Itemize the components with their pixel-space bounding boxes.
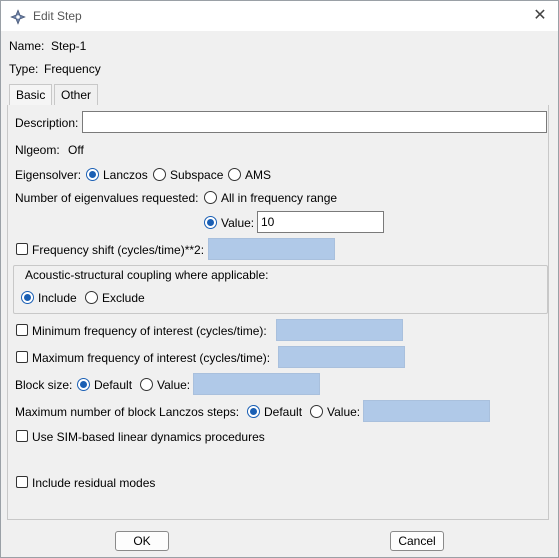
block-size-label: Block size: [15, 378, 73, 392]
acoustic-exclude-radio[interactable] [85, 291, 98, 304]
nlgeom-value: Off [68, 143, 84, 157]
acoustic-include-label: Include [38, 291, 77, 305]
freq-shift-input[interactable] [208, 238, 335, 260]
max-block-value-radio[interactable] [310, 405, 323, 418]
max-block-steps-label: Maximum number of block Lanczos steps: [15, 405, 240, 419]
ams-radio[interactable] [228, 168, 241, 181]
lanczos-radio[interactable] [86, 168, 99, 181]
block-size-input[interactable] [193, 373, 320, 395]
description-label: Description: [15, 116, 79, 130]
max-block-input[interactable] [363, 400, 490, 422]
residual-modes-label: Include residual modes [32, 476, 156, 490]
sim-checkbox[interactable] [16, 430, 28, 442]
max-block-value-label: Value: [327, 405, 361, 419]
acoustic-group-label: Acoustic-structural coupling where appli… [23, 268, 271, 282]
eigensolver-label: Eigensolver: [15, 168, 82, 182]
freq-shift-label: Frequency shift (cycles/time)**2: [32, 243, 205, 257]
min-freq-input[interactable] [276, 319, 403, 341]
sim-label: Use SIM-based linear dynamics procedures [32, 430, 265, 444]
all-in-range-radio[interactable] [204, 191, 217, 204]
block-size-default-label: Default [94, 378, 133, 392]
block-size-value-radio[interactable] [140, 378, 153, 391]
tab-basic[interactable]: Basic [9, 84, 53, 107]
eigen-value-input[interactable] [257, 211, 384, 233]
title-bar[interactable]: Edit Step ✕ [1, 1, 558, 31]
all-in-range-label: All in frequency range [221, 191, 338, 205]
type-label: Type: [9, 62, 39, 76]
nlgeom-label: Nlgeom: [15, 143, 60, 157]
block-size-default-radio[interactable] [77, 378, 90, 391]
eigen-value-radio[interactable] [204, 216, 217, 229]
residual-modes-checkbox[interactable] [16, 476, 28, 488]
tab-other[interactable]: Other [54, 84, 99, 106]
max-block-default-radio[interactable] [247, 405, 260, 418]
max-freq-label: Maximum frequency of interest (cycles/ti… [32, 351, 271, 365]
acoustic-include-radio[interactable] [21, 291, 34, 304]
edit-step-dialog: Edit Step ✕ Name: Step-1 Type: Frequency… [0, 0, 559, 558]
subspace-radio[interactable] [153, 168, 166, 181]
subspace-label: Subspace [170, 168, 224, 182]
min-freq-checkbox[interactable] [16, 324, 28, 336]
num-eigen-label: Number of eigenvalues requested: [15, 191, 199, 205]
name-value: Step-1 [51, 39, 87, 53]
max-block-default-label: Default [264, 405, 303, 419]
acoustic-exclude-label: Exclude [102, 291, 145, 305]
eigen-value-label: Value: [221, 216, 255, 230]
freq-shift-checkbox[interactable] [16, 243, 28, 255]
type-value: Frequency [44, 62, 101, 76]
window-title: Edit Step [33, 9, 82, 23]
block-size-value-label: Value: [157, 378, 191, 392]
lanczos-label: Lanczos [103, 168, 148, 182]
close-icon[interactable]: ✕ [531, 7, 549, 25]
description-input[interactable] [82, 111, 547, 133]
cancel-button[interactable]: Cancel [390, 531, 444, 551]
ams-label: AMS [245, 168, 272, 182]
min-freq-label: Minimum frequency of interest (cycles/ti… [32, 324, 267, 338]
name-label: Name: [9, 39, 45, 53]
max-freq-input[interactable] [278, 346, 405, 368]
abaqus-icon [10, 9, 26, 25]
ok-button[interactable]: OK [115, 531, 169, 551]
max-freq-checkbox[interactable] [16, 351, 28, 363]
